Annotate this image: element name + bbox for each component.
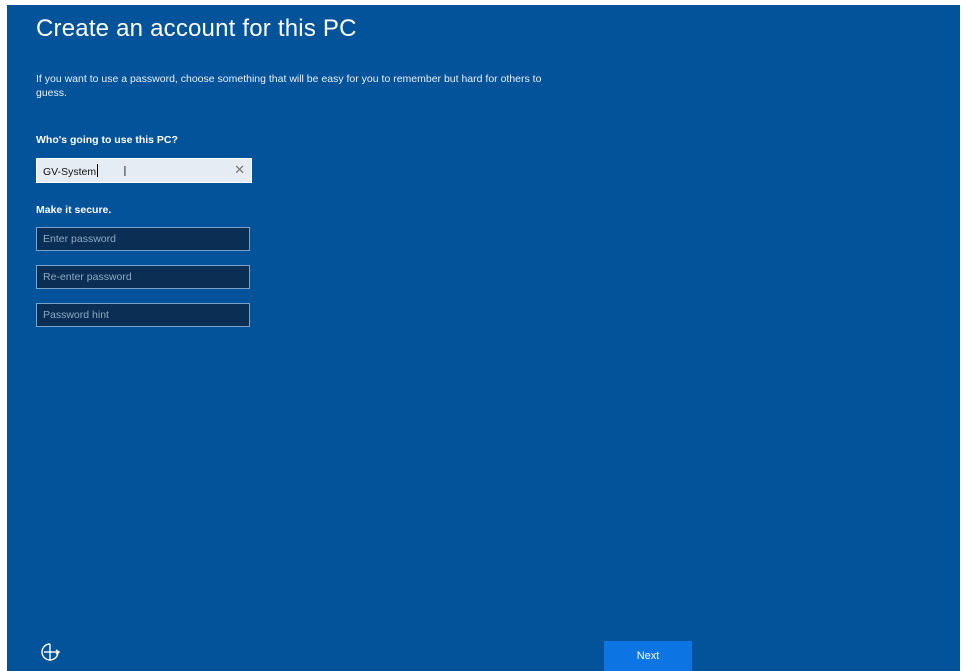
username-label: Who's going to use this PC?	[36, 134, 178, 146]
oobe-screen: Create an account for this PC If you wan…	[7, 5, 960, 671]
username-field[interactable]: GV-System I ✕	[36, 158, 252, 183]
username-value[interactable]: GV-System	[43, 166, 96, 178]
text-caret	[97, 164, 99, 177]
secure-label: Make it secure.	[36, 204, 112, 216]
next-button[interactable]: Next	[604, 641, 692, 671]
password-hint-field[interactable]	[36, 303, 250, 327]
reenter-password-field[interactable]	[36, 265, 250, 289]
clear-icon[interactable]: ✕	[234, 162, 245, 178]
ibeam-cursor-icon: I	[123, 165, 127, 180]
page-description: If you want to use a password, choose so…	[36, 73, 542, 99]
username-value-wrapper[interactable]: GV-System	[43, 164, 99, 178]
ease-of-access-icon[interactable]	[39, 641, 61, 663]
page-title: Create an account for this PC	[36, 15, 357, 42]
password-field[interactable]	[36, 227, 250, 251]
